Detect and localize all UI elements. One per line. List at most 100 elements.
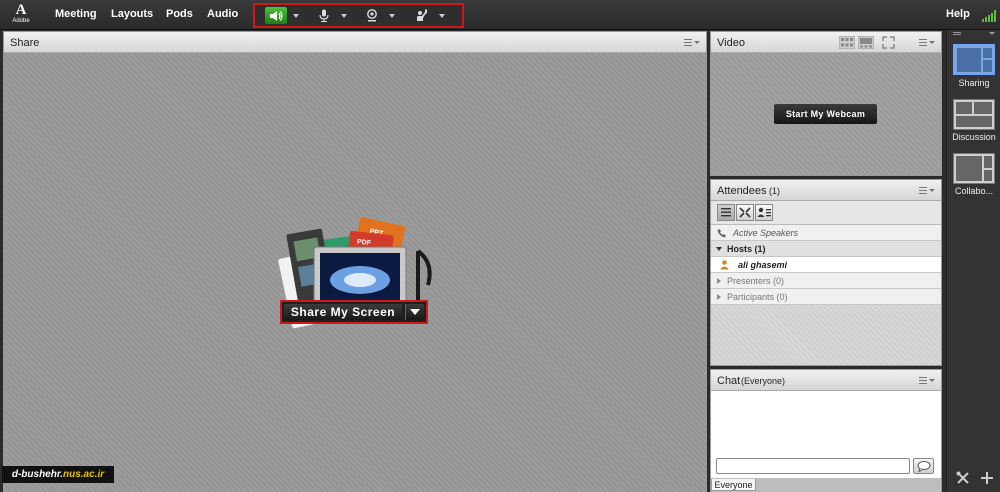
adobe-logo-word: Adobe <box>12 18 30 24</box>
webcam-control <box>361 7 397 24</box>
attendees-count: (1) <box>769 186 780 196</box>
chevron-down-icon <box>389 13 395 18</box>
layouts-rail-menu[interactable] <box>947 30 1000 40</box>
layout-discussion-thumb[interactable] <box>953 99 995 130</box>
layouts-rail: Sharing Discussion Collabo... <box>946 30 1000 492</box>
layout-sharing-thumb[interactable] <box>953 44 995 75</box>
menu-pods[interactable]: Pods <box>166 8 193 20</box>
microphone-button[interactable] <box>313 7 335 24</box>
webcam-icon <box>367 9 377 22</box>
watermark-prefix: d-bushehr. <box>11 469 63 480</box>
speaker-button[interactable] <box>265 7 287 24</box>
breakout-rooms-button[interactable] <box>736 204 754 221</box>
chat-tab-everyone[interactable]: Everyone <box>711 479 756 491</box>
chat-scope: (Everyone) <box>741 376 786 386</box>
layout-discussion-label: Discussion <box>952 132 996 142</box>
chevron-down-icon <box>410 309 420 315</box>
microphone-dropdown[interactable] <box>339 7 349 24</box>
layout-collaboration-label: Collabo... <box>954 186 994 196</box>
list-view-button[interactable] <box>717 204 735 221</box>
share-pod-stage: PPT PDF <box>4 53 706 491</box>
top-menu-bar: A Adobe Meeting Layouts Pods Audio Help <box>0 0 1000 30</box>
speaker-dropdown[interactable] <box>291 7 301 24</box>
expand-down-icon <box>716 247 722 251</box>
attendees-pod: Attendees (1) Active Speakers Hosts (1) … <box>710 179 942 366</box>
start-webcam-button[interactable]: Start My Webcam <box>774 104 877 124</box>
microphone-control <box>313 7 349 24</box>
video-pod-stage: Start My Webcam <box>711 53 941 175</box>
attendees-toolbar <box>711 201 941 225</box>
raise-hand-icon <box>416 9 427 21</box>
menu-audio[interactable]: Audio <box>207 8 238 20</box>
tools-icon <box>956 471 969 484</box>
filmstrip-view-icon[interactable] <box>858 36 874 49</box>
manage-layouts-button[interactable] <box>955 470 971 486</box>
attendees-pod-menu-icon[interactable] <box>919 186 935 194</box>
grid-view-icon[interactable] <box>839 36 855 49</box>
chat-pod: Chat (Everyone) Everyone <box>710 369 942 492</box>
video-pod: Video Start My Webcam <box>710 31 942 176</box>
layout-collaboration-thumb[interactable] <box>953 153 995 184</box>
attendee-row[interactable]: ali ghasemi <box>711 257 941 273</box>
chat-pod-title: Chat <box>717 375 741 387</box>
share-options-dropdown[interactable] <box>405 304 424 320</box>
active-speakers-row: Active Speakers <box>711 225 941 241</box>
list-view-icon <box>721 208 731 217</box>
participants-group-label: Participants (0) <box>727 292 788 302</box>
speech-bubble-icon <box>917 460 930 472</box>
chevron-down-icon <box>293 13 299 18</box>
raise-hand-button[interactable] <box>411 7 433 24</box>
plus-icon <box>981 472 993 484</box>
phone-icon <box>717 229 726 238</box>
menu-layouts[interactable]: Layouts <box>111 8 153 20</box>
share-pod-title: Share <box>10 37 40 49</box>
share-pod-menu-icon[interactable] <box>684 38 700 46</box>
share-pod: Share PPT PDF <box>3 31 707 492</box>
presenters-group-row[interactable]: Presenters (0) <box>711 273 941 289</box>
attendees-pod-title: Attendees <box>717 185 767 197</box>
attendees-pod-header: Attendees (1) <box>711 180 941 201</box>
share-my-screen-button[interactable]: Share My Screen <box>284 304 402 320</box>
add-layout-button[interactable] <box>979 470 995 486</box>
adobe-logo: A Adobe <box>8 3 34 27</box>
expand-right-icon <box>717 278 721 284</box>
webcam-dropdown[interactable] <box>387 7 397 24</box>
hosts-group-row[interactable]: Hosts (1) <box>711 241 941 257</box>
video-pod-title: Video <box>717 37 745 49</box>
video-pod-header: Video <box>711 32 941 53</box>
menu-help[interactable]: Help <box>946 8 970 20</box>
video-pod-menu-icon[interactable] <box>919 38 935 46</box>
menu-meeting[interactable]: Meeting <box>55 8 97 20</box>
av-controls-group <box>253 3 464 28</box>
raise-hand-control <box>411 7 447 24</box>
webcam-button[interactable] <box>361 7 383 24</box>
microphone-icon <box>319 9 329 22</box>
attendee-status-icon <box>757 207 771 217</box>
chat-message-input[interactable] <box>716 458 910 474</box>
watermark-domain: nus.ac.ir <box>62 469 105 480</box>
presenters-group-label: Presenters (0) <box>727 276 785 286</box>
layout-sharing-label: Sharing <box>958 78 990 88</box>
hosts-group-label: Hosts (1) <box>727 244 766 254</box>
status-view-button[interactable] <box>755 204 773 221</box>
fullscreen-icon[interactable] <box>882 36 895 49</box>
attendees-empty-area <box>711 305 941 365</box>
chat-pod-header: Chat (Everyone) <box>711 370 941 391</box>
speaker-control <box>265 7 301 24</box>
host-user-icon <box>720 259 729 270</box>
chat-send-button[interactable] <box>913 458 934 474</box>
chat-pod-menu-icon[interactable] <box>919 376 935 384</box>
active-speakers-label: Active Speakers <box>733 228 799 238</box>
site-watermark: d-bushehr.nus.ac.ir <box>2 466 114 483</box>
speaker-icon <box>270 10 283 21</box>
connection-signal-icon <box>982 10 996 22</box>
chevron-down-icon <box>439 13 445 18</box>
participants-group-row[interactable]: Participants (0) <box>711 289 941 305</box>
share-my-screen-group: Share My Screen <box>280 300 428 324</box>
breakout-rooms-icon <box>739 207 751 218</box>
share-pod-header: Share <box>4 32 706 53</box>
expand-right-icon <box>717 294 721 300</box>
raise-hand-dropdown[interactable] <box>437 7 447 24</box>
chevron-down-icon <box>341 13 347 18</box>
attendee-name: ali ghasemi <box>738 260 788 270</box>
